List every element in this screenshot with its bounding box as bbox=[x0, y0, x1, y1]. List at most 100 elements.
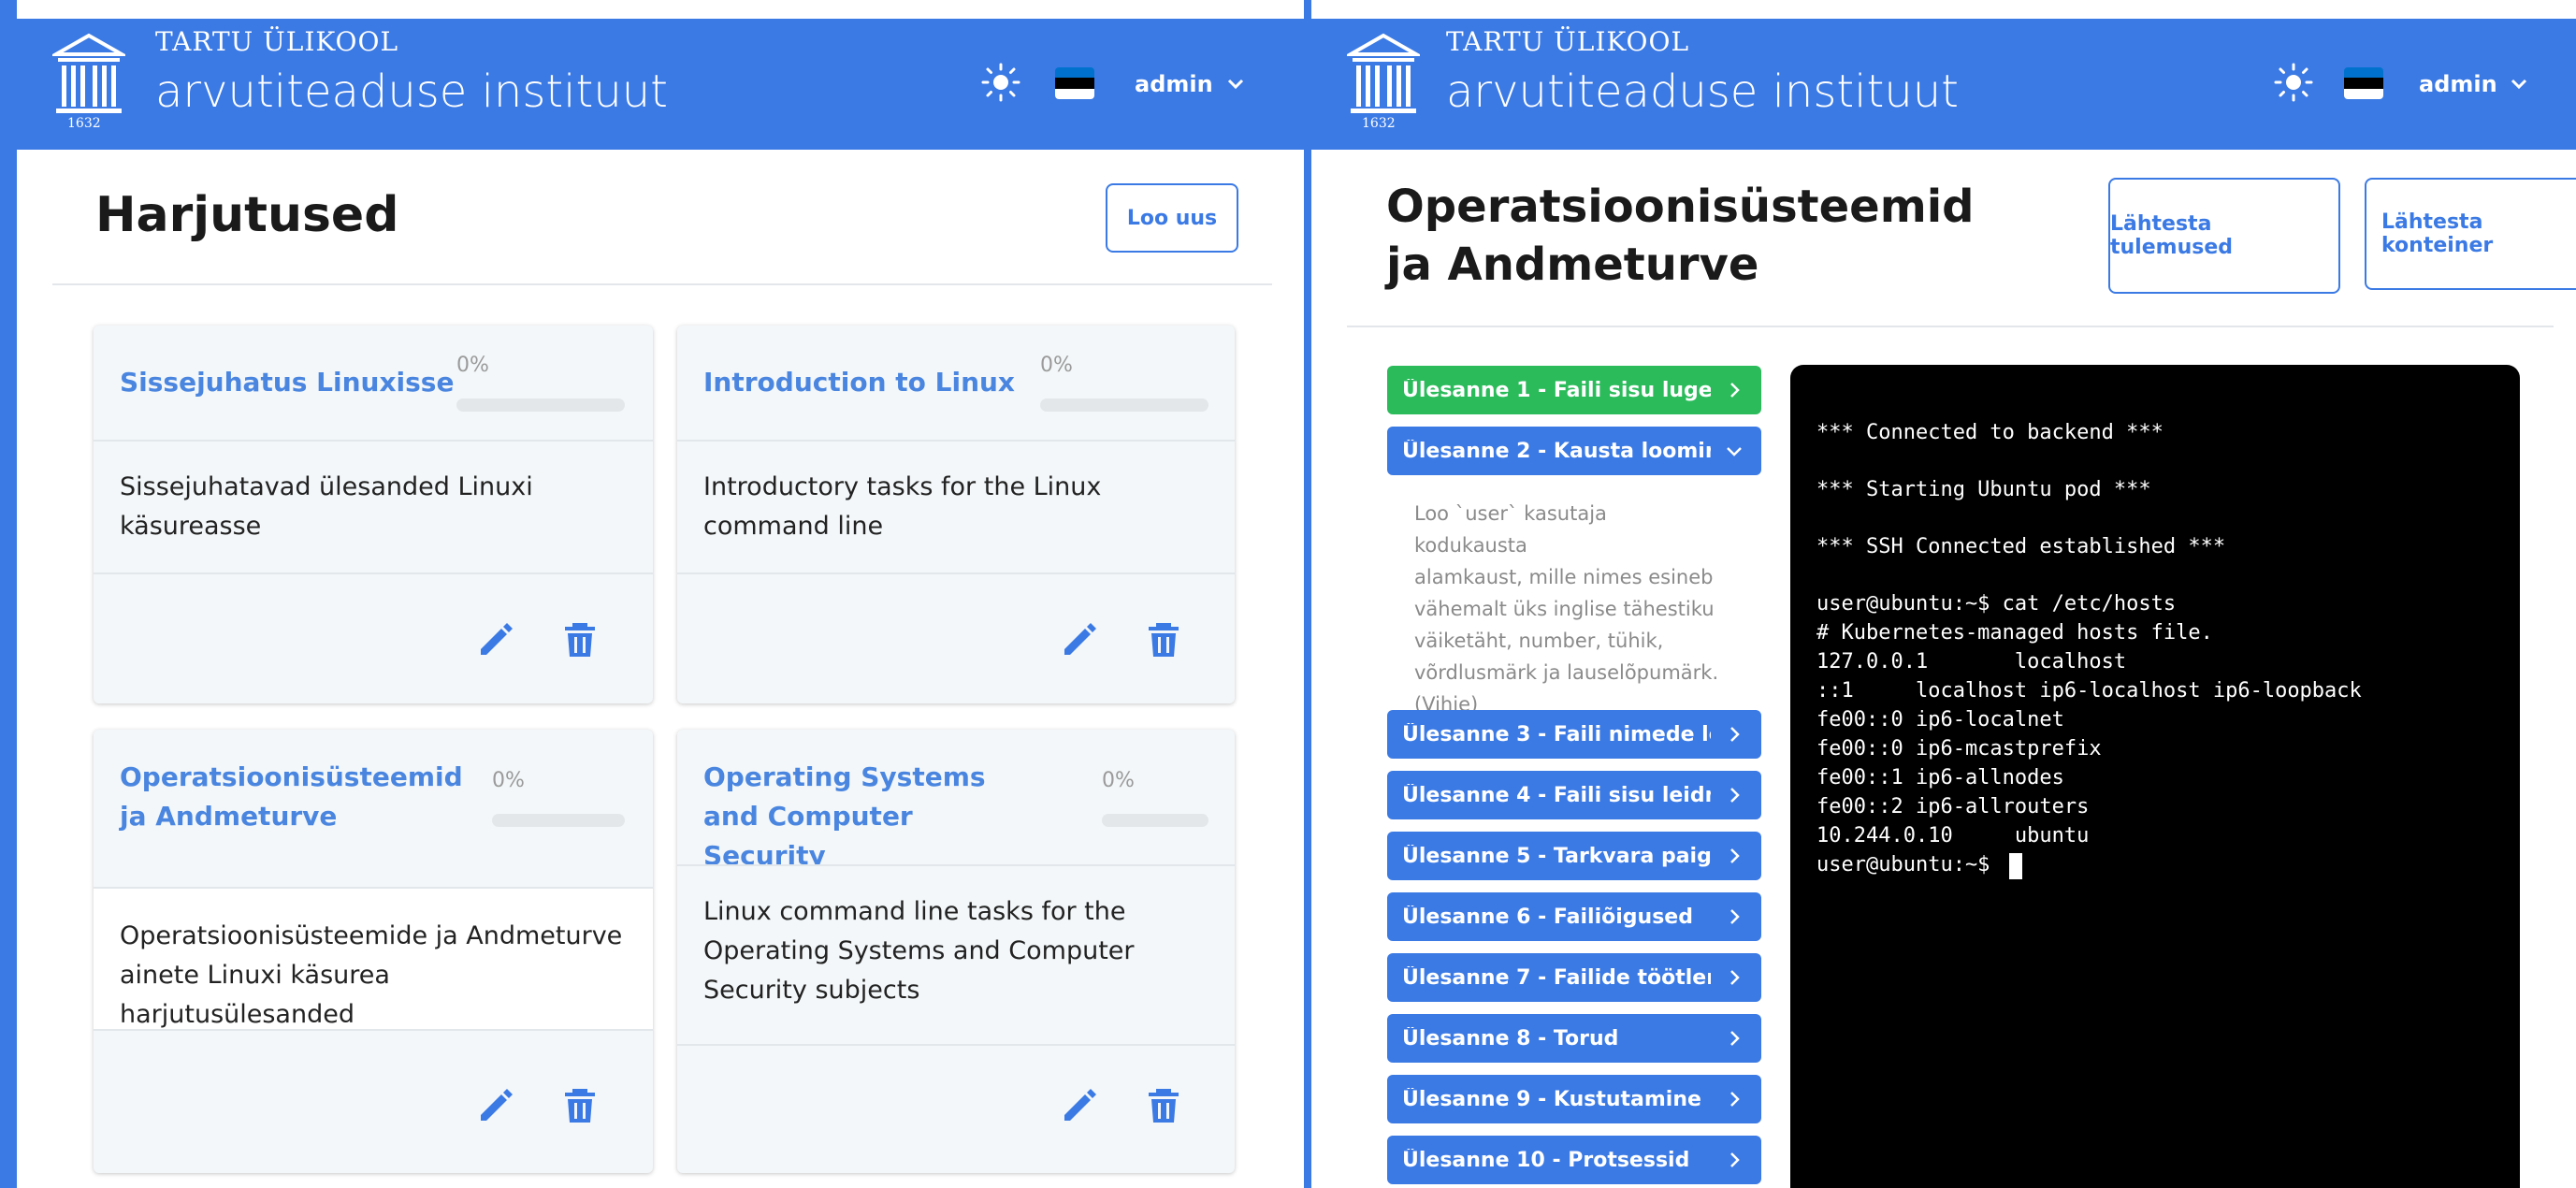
university-name: TARTU ÜLIKOOL bbox=[155, 26, 399, 57]
edit-pencil-icon[interactable] bbox=[1059, 1085, 1100, 1126]
chevron-right-icon bbox=[1730, 383, 1740, 398]
edit-pencil-icon[interactable] bbox=[1059, 619, 1100, 660]
card-title[interactable]: Sissejuhatus Linuxisse bbox=[120, 363, 454, 402]
terminal-line: # Kubernetes-managed hosts file. bbox=[1816, 621, 2213, 645]
card-description: Introductory tasks for the Linux command… bbox=[703, 472, 1102, 541]
task-label: Ülesanne 9 - Kustutamine bbox=[1402, 1087, 1701, 1111]
chevron-down-icon bbox=[1727, 447, 1742, 456]
chevron-right-icon bbox=[1730, 788, 1740, 803]
theme-toggle-sun-icon[interactable] bbox=[980, 62, 1021, 103]
logo-year: 1632 bbox=[1362, 116, 1396, 131]
institute-name: arvutiteaduse instituut bbox=[1446, 65, 1959, 118]
progress-text: 0% bbox=[492, 769, 525, 792]
header-bar: 1632 TARTU ÜLIKOOL arvutiteaduse institu… bbox=[17, 19, 1304, 150]
delete-trash-icon[interactable] bbox=[1143, 1085, 1184, 1126]
task-item-8[interactable]: Ülesanne 8 - Torud bbox=[1387, 1014, 1761, 1063]
terminal-cursor bbox=[2009, 853, 2022, 879]
user-menu-label[interactable]: admin bbox=[1135, 71, 1213, 97]
task-item-1[interactable]: Ülesanne 1 - Faili sisu lugem... bbox=[1387, 366, 1761, 414]
task-item-7[interactable]: Ülesanne 7 - Failide töötlem... bbox=[1387, 953, 1761, 1002]
progress-text: 0% bbox=[456, 354, 489, 377]
card-title[interactable]: Operatsioonisüsteemid ja Andmeturve bbox=[120, 758, 463, 836]
terminal-line: *** Connected to backend *** bbox=[1816, 421, 2164, 444]
reset-container-button[interactable]: Lähtesta konteiner bbox=[2365, 178, 2576, 290]
exercise-card[interactable]: Sissejuhatus Linuxisse 0% Sissejuhatavad… bbox=[94, 326, 653, 703]
create-new-button[interactable]: Loo uus bbox=[1106, 183, 1238, 253]
card-body: Operatsioonisüsteemide ja Andmeturve ain… bbox=[94, 887, 653, 1031]
page-title: Harjutused bbox=[95, 187, 399, 243]
task-item-6[interactable]: Ülesanne 6 - Failiõigused bbox=[1387, 892, 1761, 941]
task-item-3[interactable]: Ülesanne 3 - Faili nimede lei... bbox=[1387, 710, 1761, 759]
chevron-right-icon bbox=[1730, 970, 1740, 985]
task-label: Ülesanne 10 - Protsessid bbox=[1402, 1148, 1690, 1172]
logo-year: 1632 bbox=[67, 116, 101, 131]
terminal-line: fe00::1 ip6-allnodes bbox=[1816, 766, 2064, 790]
divider bbox=[1347, 326, 2554, 327]
exercise-detail-panel: 1632 TARTU ÜLIKOOL arvutiteaduse institu… bbox=[1311, 0, 2576, 1188]
task-label: Ülesanne 7 - Failide töötlem... bbox=[1402, 965, 1711, 990]
task-label: Ülesanne 1 - Faili sisu lugem... bbox=[1402, 378, 1711, 402]
chevron-right-icon bbox=[1730, 727, 1740, 742]
terminal-window[interactable]: *** Connected to backend *** *** Startin… bbox=[1790, 365, 2520, 1188]
card-description: Linux command line tasks for the Operati… bbox=[703, 897, 1135, 1005]
delete-trash-icon[interactable] bbox=[559, 619, 601, 660]
terminal-line: fe00::0 ip6-mcastprefix bbox=[1816, 737, 2102, 761]
exercise-card[interactable]: Operatsioonisüsteemid ja Andmeturve 0% O… bbox=[94, 730, 653, 1173]
card-title[interactable]: Operating Systems and Computer Security bbox=[703, 758, 1040, 876]
chevron-right-icon bbox=[1730, 1152, 1740, 1167]
progress-bar bbox=[492, 814, 625, 827]
task-item-10[interactable]: Ülesanne 10 - Protsessid bbox=[1387, 1136, 1761, 1184]
task-label: Ülesanne 3 - Faili nimede lei... bbox=[1402, 722, 1711, 746]
edit-pencil-icon[interactable] bbox=[475, 619, 516, 660]
task-label: Ülesanne 5 - Tarkvara paigal... bbox=[1402, 844, 1711, 868]
chevron-right-icon bbox=[1730, 1092, 1740, 1107]
task-item-4[interactable]: Ülesanne 4 - Faili sisu leidm... bbox=[1387, 771, 1761, 819]
header-bar: 1632 TARTU ÜLIKOOL arvutiteaduse institu… bbox=[1311, 19, 2576, 150]
institute-name: arvutiteaduse instituut bbox=[155, 65, 668, 118]
terminal-line: *** Starting Ubuntu pod *** bbox=[1816, 478, 2151, 501]
terminal-line: fe00::0 ip6-localnet bbox=[1816, 708, 2064, 732]
delete-trash-icon[interactable] bbox=[1143, 619, 1184, 660]
divider bbox=[52, 283, 1272, 285]
user-menu-label[interactable]: admin bbox=[2419, 71, 2497, 97]
chevron-down-icon[interactable] bbox=[1225, 73, 1246, 94]
task-description: Loo `user` kasutaja kodukausta alamkaust… bbox=[1414, 498, 1723, 720]
progress-bar bbox=[1040, 398, 1208, 412]
card-title[interactable]: Introduction to Linux bbox=[703, 363, 1015, 402]
language-flag-icon[interactable] bbox=[1055, 67, 1094, 99]
exercise-card[interactable]: Introduction to Linux 0% Introductory ta… bbox=[677, 326, 1235, 703]
card-body: Linux command line tasks for the Operati… bbox=[677, 864, 1235, 1046]
card-description: Sissejuhatavad ülesanded Linuxi käsureas… bbox=[120, 472, 533, 541]
chevron-right-icon bbox=[1730, 909, 1740, 924]
reset-results-button[interactable]: Lähtesta tulemused bbox=[2108, 178, 2340, 294]
task-item-5[interactable]: Ülesanne 5 - Tarkvara paigal... bbox=[1387, 832, 1761, 880]
terminal-line: 127.0.0.1 localhost bbox=[1816, 650, 2127, 674]
card-body: Sissejuhatavad ülesanded Linuxi käsureas… bbox=[94, 440, 653, 574]
terminal-prompt: user@ubuntu:~$ bbox=[1816, 853, 2003, 877]
progress-text: 0% bbox=[1102, 769, 1135, 792]
chevron-right-icon bbox=[1730, 848, 1740, 863]
card-description: Operatsioonisüsteemide ja Andmeturve ain… bbox=[120, 921, 623, 1029]
task-item-9[interactable]: Ülesanne 9 - Kustutamine bbox=[1387, 1075, 1761, 1123]
task-label: Ülesanne 6 - Failiõigused bbox=[1402, 905, 1693, 929]
terminal-line: user@ubuntu:~$ cat /etc/hosts bbox=[1816, 592, 2177, 616]
delete-trash-icon[interactable] bbox=[559, 1085, 601, 1126]
progress-text: 0% bbox=[1040, 354, 1073, 377]
task-label: Ülesanne 8 - Torud bbox=[1402, 1026, 1619, 1050]
terminal-line: *** SSH Connected established *** bbox=[1816, 535, 2226, 558]
edit-pencil-icon[interactable] bbox=[475, 1085, 516, 1126]
task-label: Ülesanne 4 - Faili sisu leidm... bbox=[1402, 783, 1711, 807]
task-item-2[interactable]: Ülesanne 2 - Kausta loomine bbox=[1387, 427, 1761, 475]
language-flag-icon[interactable] bbox=[2344, 67, 2383, 99]
progress-bar bbox=[1102, 814, 1208, 827]
terminal-line: 10.244.0.10 ubuntu bbox=[1816, 824, 2090, 848]
theme-toggle-sun-icon[interactable] bbox=[2273, 62, 2314, 103]
terminal-line: fe00::2 ip6-allrouters bbox=[1816, 795, 2090, 819]
terminal-line: ::1 localhost ip6-localhost ip6-loopback bbox=[1816, 679, 2362, 703]
exercise-card[interactable]: Operating Systems and Computer Security … bbox=[677, 730, 1235, 1173]
exercise-title: Operatsioonisüsteemid ja Andmeturve bbox=[1386, 181, 1975, 291]
university-name: TARTU ÜLIKOOL bbox=[1446, 26, 1690, 57]
chevron-right-icon bbox=[1730, 1031, 1740, 1046]
progress-bar bbox=[456, 398, 625, 412]
chevron-down-icon[interactable] bbox=[2509, 73, 2529, 94]
